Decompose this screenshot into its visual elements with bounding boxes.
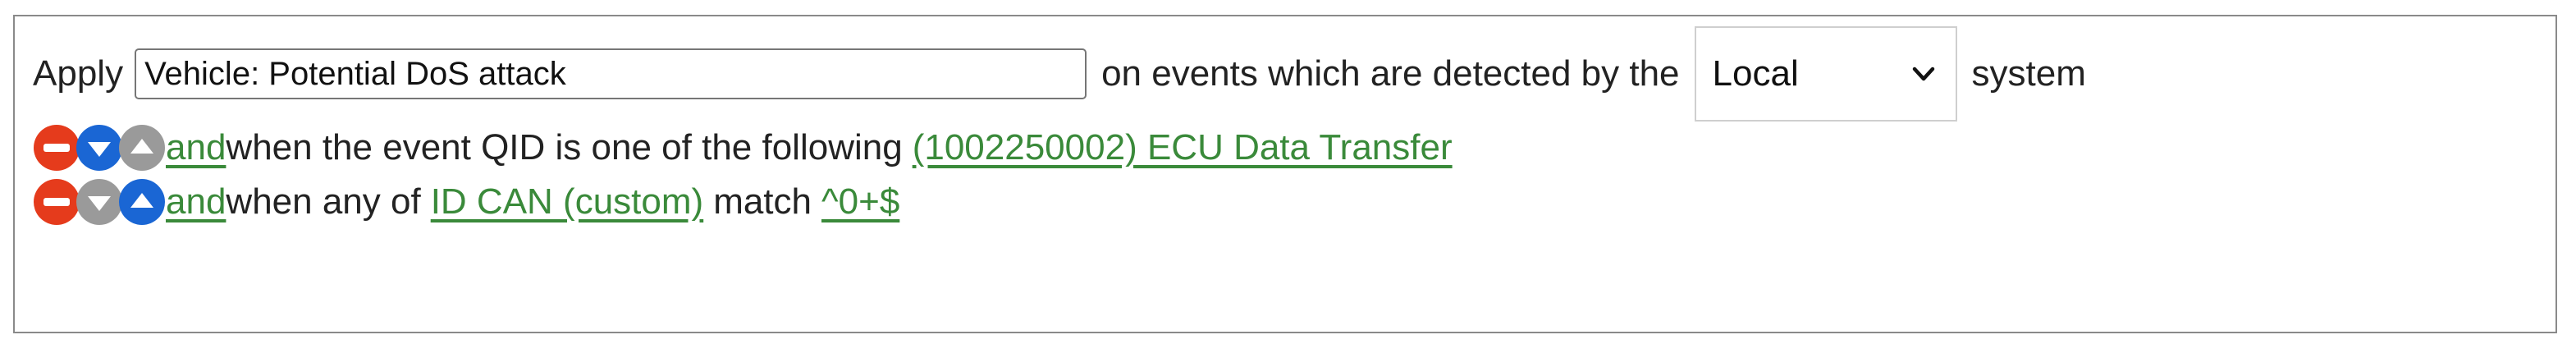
remove-icon[interactable]	[33, 178, 80, 226]
regex-link[interactable]: ^0+$	[821, 181, 899, 222]
move-down-icon	[75, 178, 123, 226]
rule-name-input[interactable]	[135, 48, 1087, 99]
apply-label: Apply	[33, 53, 124, 94]
test-controls	[33, 178, 165, 226]
rule-editor-panel: Apply on events which are detected by th…	[13, 15, 2557, 333]
field-link[interactable]: ID CAN (custom)	[431, 181, 703, 222]
and-link[interactable]: and	[166, 181, 226, 222]
system-select[interactable]: Local	[1694, 26, 1957, 122]
test-text: when any of	[226, 181, 421, 222]
events-text: on events which are detected by the	[1101, 53, 1680, 94]
move-up-icon[interactable]	[118, 178, 166, 226]
test-text: when the event QID is one of the followi…	[226, 127, 903, 167]
remove-icon[interactable]	[33, 124, 80, 172]
chevron-down-icon	[1912, 67, 1934, 81]
qid-value-link[interactable]: (1002250002) ECU Data Transfer	[913, 127, 1453, 168]
test-controls	[33, 124, 165, 172]
rule-header-row: Apply on events which are detected by th…	[33, 26, 2086, 122]
and-link[interactable]: and	[166, 127, 226, 168]
move-down-icon[interactable]	[75, 124, 123, 172]
rule-test-row-1: and when the event QID is one of the fol…	[33, 123, 1453, 172]
match-text: match	[713, 181, 812, 222]
system-label: system	[1971, 53, 2086, 94]
move-up-icon	[118, 124, 166, 172]
rule-test-row-2: and when any of ID CAN (custom) match ^0…	[33, 177, 899, 227]
system-select-value: Local	[1712, 53, 1799, 94]
